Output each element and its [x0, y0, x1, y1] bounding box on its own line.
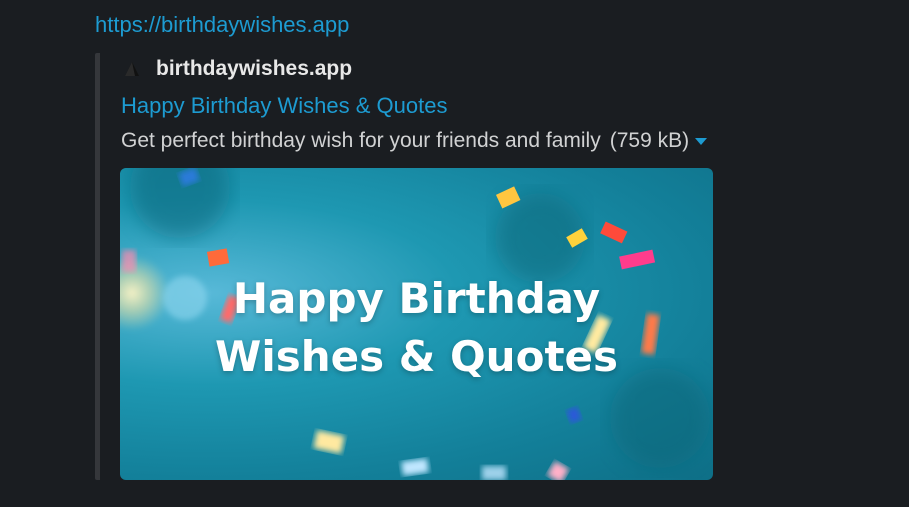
preview-caption-line-1: Happy Birthday [232, 274, 601, 323]
collapse-caret-icon[interactable] [695, 137, 708, 145]
message-link[interactable]: https://birthdaywishes.app [95, 12, 349, 38]
triangle-logo-icon [123, 60, 141, 78]
unfurl-site-name: birthdaywishes.app [156, 57, 353, 80]
link-unfurl-attachment: birthdaywishes.app Happy Birthday Wishes… [95, 53, 780, 480]
unfurl-preview-image[interactable]: Happy Birthday Wishes & Quotes [120, 168, 713, 480]
message: https://birthdaywishes.app birthdaywishe… [0, 0, 909, 507]
preview-image-caption: Happy Birthday Wishes & Quotes [120, 168, 713, 480]
unfurl-description: Get perfect birthday wish for your frien… [121, 129, 601, 152]
preview-caption-line-2: Wishes & Quotes [215, 332, 618, 381]
unfurl-description-row: Get perfect birthday wish for your frien… [121, 129, 708, 153]
unfurl-file-size: (759 kB) [609, 129, 690, 152]
unfurl-title-link[interactable]: Happy Birthday Wishes & Quotes [121, 93, 447, 119]
unfurl-site-row: birthdaywishes.app [123, 56, 352, 82]
